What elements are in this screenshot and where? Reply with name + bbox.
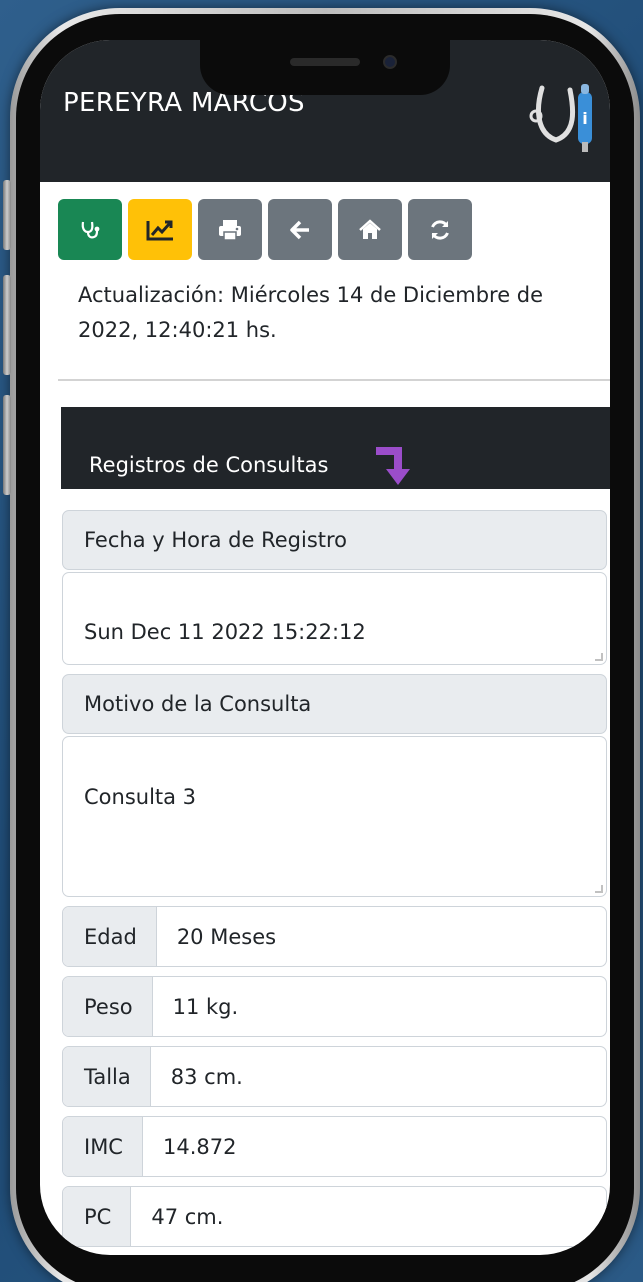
head-circumference-field[interactable]: PC 47 cm. xyxy=(62,1186,607,1247)
chart-button[interactable] xyxy=(128,199,192,260)
reason-label: Motivo de la Consulta xyxy=(62,674,607,734)
resize-handle[interactable] xyxy=(595,885,603,893)
height-label: Talla xyxy=(63,1047,151,1106)
stethoscope-logo-icon: i xyxy=(529,84,592,152)
section-header: Registros de Consultas xyxy=(61,407,610,489)
date-label: Fecha y Hora de Registro xyxy=(62,510,607,570)
speaker-grille xyxy=(290,58,360,66)
stethoscope-icon xyxy=(81,221,100,238)
weight-value: 11 kg. xyxy=(172,994,239,1019)
phone-side-button xyxy=(3,180,11,250)
divider xyxy=(58,379,610,381)
section-title: Registros de Consultas xyxy=(89,453,329,477)
bmi-label: IMC xyxy=(63,1117,143,1176)
head-circumference-label: PC xyxy=(63,1187,132,1246)
date-field[interactable]: Sun Dec 11 2022 15:22:12 xyxy=(62,572,607,665)
arrow-left-icon xyxy=(290,220,309,239)
front-camera xyxy=(383,55,397,69)
phone-side-button xyxy=(3,395,11,495)
refresh-button[interactable] xyxy=(408,199,472,260)
stethoscope-button[interactable] xyxy=(58,199,122,260)
phone-notch xyxy=(200,40,450,95)
svg-text:i: i xyxy=(582,109,587,128)
chart-line-icon xyxy=(146,220,173,240)
reason-field[interactable]: Consulta 3 xyxy=(62,736,607,897)
reason-value: Consulta 3 xyxy=(84,785,197,809)
weight-field[interactable]: Peso 11 kg. xyxy=(62,976,607,1037)
phone-side-button xyxy=(3,275,11,375)
phone-screen: PEREYRA MARCOS i Actualización: Miércole… xyxy=(40,40,610,1255)
date-value: Sun Dec 11 2022 15:22:12 xyxy=(84,620,366,644)
resize-handle[interactable] xyxy=(595,653,603,661)
print-button[interactable] xyxy=(198,199,262,260)
toolbar xyxy=(58,199,472,260)
last-update-text: Actualización: Miércoles 14 de Diciembre… xyxy=(78,283,544,342)
weight-label: Peso xyxy=(63,977,153,1036)
age-value: 20 Meses xyxy=(176,924,277,949)
refresh-icon xyxy=(431,219,449,240)
age-label: Edad xyxy=(63,907,157,966)
home-button[interactable] xyxy=(338,199,402,260)
bmi-field[interactable]: IMC 14.872 xyxy=(62,1116,607,1177)
age-field[interactable]: Edad 20 Meses xyxy=(62,906,607,967)
height-value: 83 cm. xyxy=(170,1064,243,1089)
home-icon xyxy=(359,218,381,239)
print-icon xyxy=(219,219,241,241)
arrow-down-right-icon xyxy=(376,447,410,485)
height-field[interactable]: Talla 83 cm. xyxy=(62,1046,607,1107)
head-circumference-value: 47 cm. xyxy=(151,1204,224,1229)
bmi-value: 14.872 xyxy=(162,1134,237,1159)
back-button[interactable] xyxy=(268,199,332,260)
